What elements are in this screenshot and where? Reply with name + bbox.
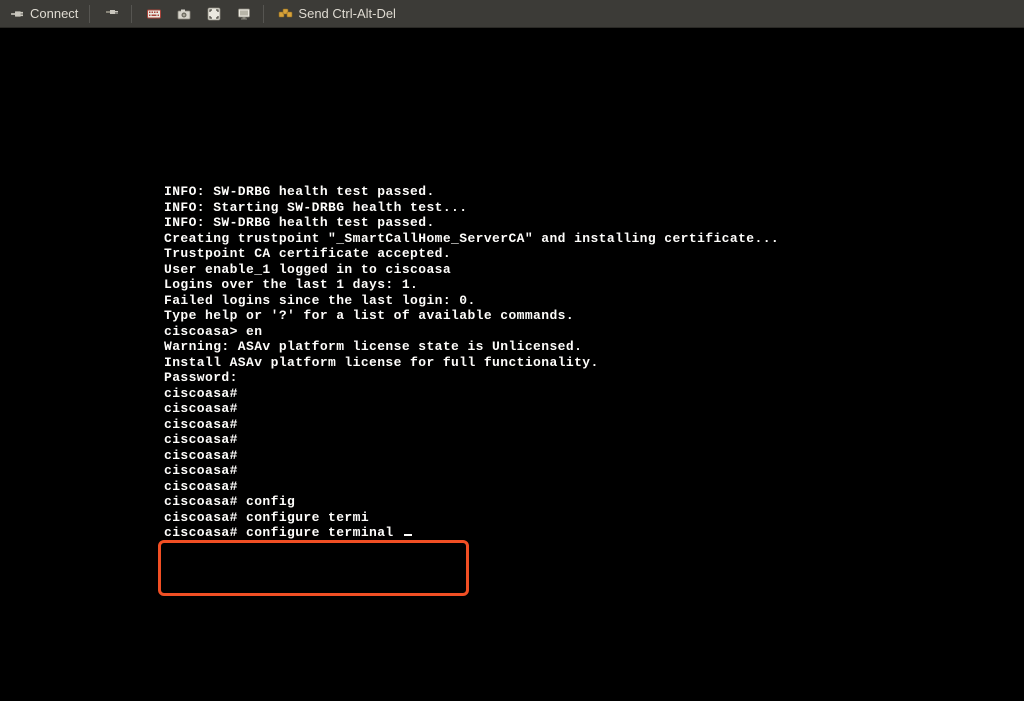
fit-guest-icon [206, 6, 222, 22]
console-line: User enable_1 logged in to ciscoasa [164, 262, 1024, 278]
console-line: INFO: Starting SW-DRBG health test... [164, 200, 1024, 216]
connect-button[interactable]: Connect [4, 4, 84, 24]
console-line: ciscoasa# config [164, 494, 1024, 510]
usb-icon [104, 6, 120, 22]
monitor-icon [236, 6, 252, 22]
toolbar-separator [131, 5, 132, 23]
terminal-cursor [404, 534, 412, 536]
console-line: INFO: SW-DRBG health test passed. [164, 215, 1024, 231]
console-line: Failed logins since the last login: 0. [164, 293, 1024, 309]
console-line: ciscoasa# [164, 479, 1024, 495]
terminal-console[interactable]: INFO: SW-DRBG health test passed.INFO: S… [0, 28, 1024, 541]
console-line: ciscoasa# [164, 432, 1024, 448]
camera-icon [176, 6, 192, 22]
console-line: Install ASAv platform license for full f… [164, 355, 1024, 371]
console-line: Logins over the last 1 days: 1. [164, 277, 1024, 293]
console-line: ciscoasa# [164, 386, 1024, 402]
keys-icon [278, 6, 294, 22]
connect-label: Connect [30, 6, 78, 21]
toolbar-separator [89, 5, 90, 23]
console-line: ciscoasa# [164, 448, 1024, 464]
highlight-annotation [158, 540, 469, 596]
console-line: Trustpoint CA certificate accepted. [164, 246, 1024, 262]
keyboard-icon [146, 6, 162, 22]
toolbar: Connect [0, 0, 1024, 28]
fit-button[interactable] [200, 4, 228, 24]
console-line: Type help or '?' for a list of available… [164, 308, 1024, 324]
console-line: ciscoasa# configure terminal [164, 525, 1024, 541]
console-line: Creating trustpoint "_SmartCallHome_Serv… [164, 231, 1024, 247]
screenshot-button[interactable] [170, 4, 198, 24]
toolbar-separator [263, 5, 264, 23]
plug-icon [10, 6, 26, 22]
send-cad-button[interactable]: Send Ctrl-Alt-Del [272, 4, 402, 24]
console-line: Warning: ASAv platform license state is … [164, 339, 1024, 355]
console-line: ciscoasa# [164, 401, 1024, 417]
send-cad-label: Send Ctrl-Alt-Del [298, 6, 396, 21]
console-line: ciscoasa# [164, 463, 1024, 479]
console-line: ciscoasa# [164, 417, 1024, 433]
console-line: ciscoasa> en [164, 324, 1024, 340]
console-line: ciscoasa# configure termi [164, 510, 1024, 526]
display-button[interactable] [230, 4, 258, 24]
console-line: INFO: SW-DRBG health test passed. [164, 184, 1024, 200]
console-line: Password: [164, 370, 1024, 386]
usb-button[interactable] [98, 4, 126, 24]
keyboard-button[interactable] [140, 4, 168, 24]
